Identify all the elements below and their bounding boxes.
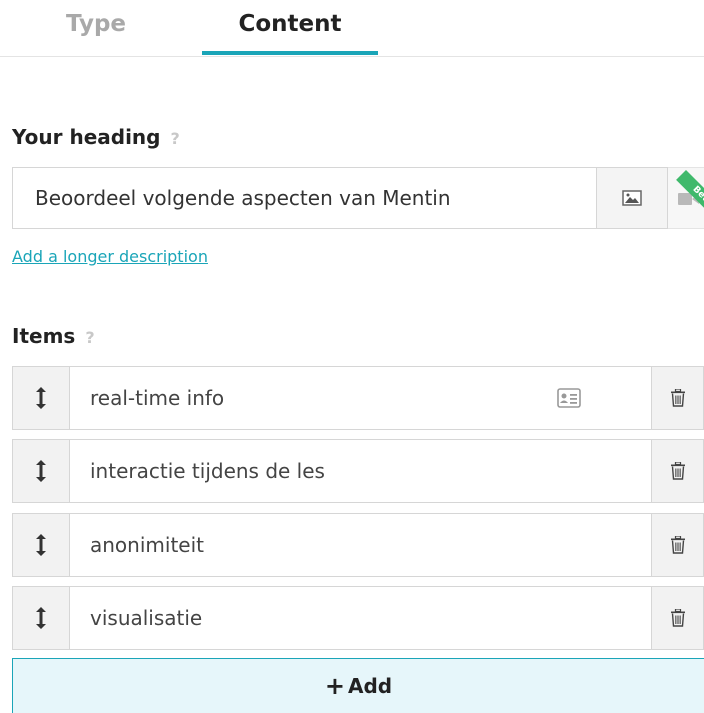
- item-input[interactable]: [70, 513, 652, 577]
- drag-handle[interactable]: [12, 586, 70, 650]
- trash-icon: [670, 609, 685, 627]
- trash-icon: [670, 389, 685, 407]
- active-tab-indicator: [202, 51, 378, 55]
- delete-item-button[interactable]: [652, 439, 704, 503]
- add-item-label: Add: [347, 674, 393, 698]
- add-video-button[interactable]: Beta: [668, 167, 704, 229]
- contact-card-icon[interactable]: [557, 388, 581, 408]
- delete-item-button[interactable]: [652, 366, 704, 430]
- items-section-label: Items?: [12, 324, 95, 348]
- items-label-text: Items: [12, 324, 76, 348]
- delete-item-button[interactable]: [652, 586, 704, 650]
- tab-bar: Type Content: [0, 0, 704, 57]
- heading-help-icon[interactable]: ?: [170, 129, 179, 148]
- tab-type[interactable]: Type: [66, 0, 126, 56]
- item-input[interactable]: [70, 439, 652, 503]
- items-help-icon[interactable]: ?: [85, 328, 94, 347]
- trash-icon: [670, 536, 685, 554]
- drag-handle[interactable]: [12, 366, 70, 430]
- tab-content[interactable]: Content: [202, 0, 378, 56]
- item-input[interactable]: [70, 586, 652, 650]
- heading-input[interactable]: [12, 167, 596, 229]
- image-icon: [622, 190, 642, 206]
- drag-vertical-arrows-icon: [36, 534, 46, 556]
- plus-icon: +: [324, 672, 345, 700]
- trash-icon: [670, 462, 685, 480]
- heading-input-group: Beta: [12, 167, 704, 231]
- drag-handle[interactable]: [12, 513, 70, 577]
- add-image-button[interactable]: [596, 167, 668, 229]
- item-row: [12, 439, 704, 503]
- add-description-link[interactable]: Add a longer description: [12, 247, 208, 266]
- heading-section-label: Your heading?: [12, 125, 180, 149]
- drag-vertical-arrows-icon: [36, 607, 46, 629]
- heading-label-text: Your heading: [12, 125, 161, 149]
- drag-vertical-arrows-icon: [36, 387, 46, 409]
- item-row: [12, 513, 704, 577]
- item-row: [12, 366, 704, 430]
- drag-handle[interactable]: [12, 439, 70, 503]
- drag-vertical-arrows-icon: [36, 460, 46, 482]
- add-item-button[interactable]: + Add: [12, 658, 704, 713]
- content-editor-panel: Type Content Your heading? Beta Add a lo…: [0, 0, 704, 713]
- delete-item-button[interactable]: [652, 513, 704, 577]
- item-row: [12, 586, 704, 650]
